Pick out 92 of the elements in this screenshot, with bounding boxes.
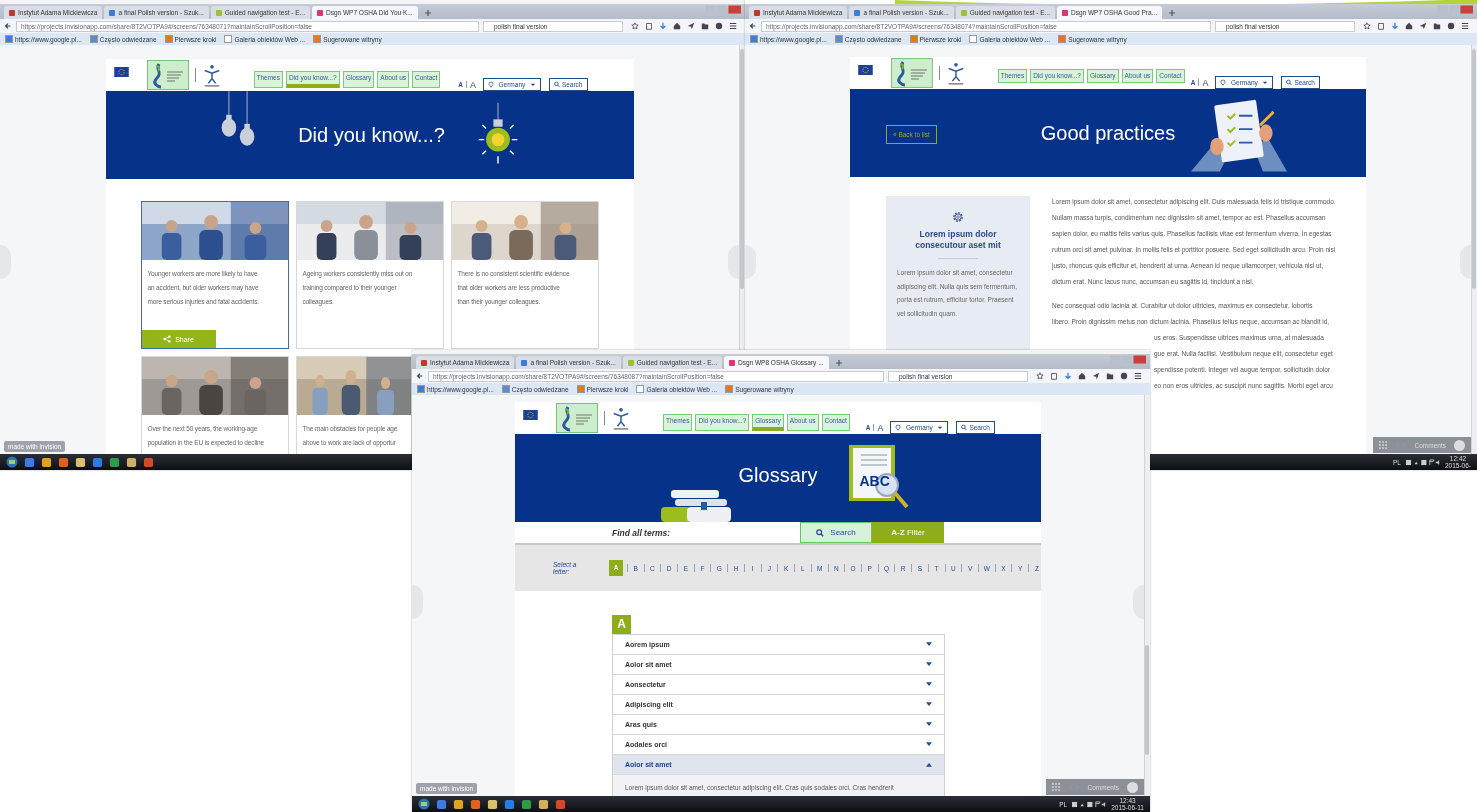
eu-flag-icon: [113, 67, 129, 77]
window-controls-icon[interactable]: [1110, 355, 1146, 364]
clipboard-icon[interactable]: [1377, 22, 1385, 30]
eu-flag-icon: [523, 410, 538, 420]
home-icon[interactable]: [1405, 22, 1413, 30]
share-icon: [163, 335, 172, 343]
back-icon[interactable]: [4, 22, 12, 30]
app-icon[interactable]: [521, 798, 532, 810]
new-tab-icon[interactable]: [1167, 9, 1176, 17]
caret-icon: [926, 722, 932, 727]
start-icon[interactable]: [418, 798, 430, 810]
font-size-large[interactable]: A: [877, 422, 884, 433]
app-icon[interactable]: [75, 456, 86, 468]
caret-icon: [926, 642, 932, 647]
window-controls-icon[interactable]: [1437, 5, 1473, 14]
gear-icon: [951, 210, 965, 224]
menu-icon[interactable]: [729, 22, 737, 30]
caret-icon: [926, 762, 932, 767]
app-icon[interactable]: [504, 798, 515, 810]
caret-icon: [937, 424, 944, 431]
hero-title: Glossary: [738, 463, 818, 488]
tray-icons-drawing[interactable]: [1405, 458, 1440, 466]
folder-icon[interactable]: [1106, 372, 1114, 380]
scrollbar-thumb[interactable]: [1472, 49, 1476, 289]
scrollbar-thumb[interactable]: [740, 49, 744, 289]
clipboard-icon[interactable]: [1050, 372, 1058, 380]
home-icon[interactable]: [1078, 372, 1086, 380]
caret-icon: [926, 702, 932, 707]
eu-flag-icon: [858, 65, 873, 75]
app-icon[interactable]: [109, 456, 120, 468]
app-icon[interactable]: [538, 798, 549, 810]
menu-icon[interactable]: [1461, 22, 1469, 30]
agency-logo[interactable]: [556, 403, 598, 433]
star-icon[interactable]: [1363, 22, 1371, 30]
location-pin-icon: [895, 424, 902, 431]
app-icon[interactable]: [436, 798, 447, 810]
caret-icon: [529, 81, 536, 88]
chat-icon[interactable]: [715, 22, 723, 30]
window-controls-icon[interactable]: [705, 5, 741, 14]
location-pin-icon: [1220, 79, 1227, 86]
start-icon[interactable]: [6, 456, 18, 468]
agency-logo[interactable]: [890, 58, 933, 88]
send-icon[interactable]: [1092, 372, 1100, 380]
search-icon: [1286, 79, 1293, 86]
send-icon[interactable]: [687, 22, 695, 30]
books-drawing: [660, 490, 731, 522]
back-icon[interactable]: [416, 372, 424, 380]
find-label: Find all terms:: [612, 527, 672, 538]
folder-icon[interactable]: [701, 22, 709, 30]
hero-title: Did you know...?: [298, 123, 445, 147]
app-icon[interactable]: [24, 456, 35, 468]
new-tab-icon[interactable]: [423, 9, 432, 17]
tray-icons-drawing[interactable]: [1072, 800, 1107, 808]
app-icon[interactable]: [92, 456, 103, 468]
star-icon[interactable]: [1036, 372, 1044, 380]
app-icon[interactable]: [470, 798, 481, 810]
app-icon[interactable]: [58, 456, 69, 468]
send-icon[interactable]: [1419, 22, 1427, 30]
agency-logo[interactable]: [146, 60, 189, 90]
notebook-label: ABC: [859, 473, 890, 489]
clipboard-icon[interactable]: [645, 22, 653, 30]
download-icon[interactable]: [1064, 372, 1072, 380]
caret-icon: [926, 742, 932, 747]
location-pin-icon: [487, 81, 494, 88]
card-title: Lorem ipsum dolor consecutour aset mit: [914, 229, 1002, 251]
new-tab-icon[interactable]: [834, 359, 843, 367]
scrollbar-thumb[interactable]: [1145, 645, 1149, 755]
download-icon[interactable]: [659, 22, 667, 30]
hero-title: Good practices: [1040, 121, 1176, 145]
font-size-large[interactable]: A: [469, 79, 476, 90]
download-icon[interactable]: [1391, 22, 1399, 30]
search-icon: [961, 424, 968, 431]
menu-icon[interactable]: [1134, 372, 1142, 380]
app-icon[interactable]: [453, 798, 464, 810]
search-mode-tab[interactable]: Search: [800, 522, 872, 543]
caret-icon: [926, 682, 932, 687]
search-icon: [816, 528, 825, 537]
figure-logo: [611, 406, 631, 430]
home-icon[interactable]: [673, 22, 681, 30]
folder-icon[interactable]: [1433, 22, 1441, 30]
app-icon[interactable]: [41, 456, 52, 468]
caret-icon: [926, 662, 932, 667]
letter-heading: A: [612, 615, 631, 634]
star-icon[interactable]: [631, 22, 639, 30]
caret-icon: [1262, 79, 1269, 86]
back-icon[interactable]: [749, 22, 757, 30]
font-size-large[interactable]: A: [1202, 77, 1209, 88]
chat-icon[interactable]: [1447, 22, 1455, 30]
chat-icon[interactable]: [1120, 372, 1128, 380]
app-icon[interactable]: [487, 798, 498, 810]
app-icon[interactable]: [126, 456, 137, 468]
search-icon: [553, 81, 560, 88]
